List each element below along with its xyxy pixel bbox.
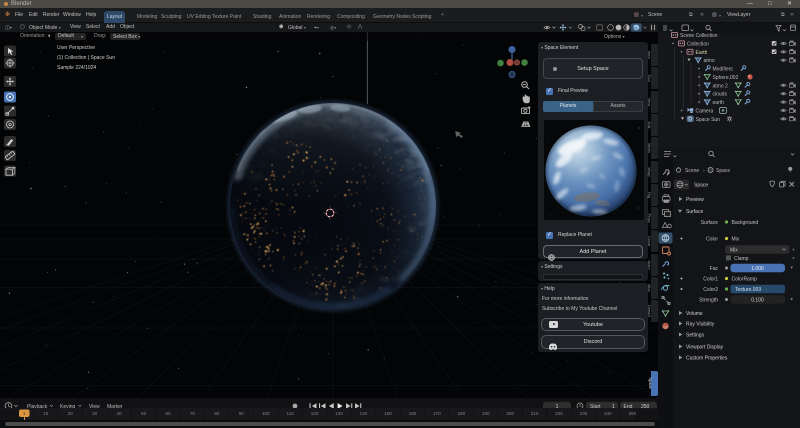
svg-text:130: 130 [335,411,343,416]
svg-text:180: 180 [457,411,465,416]
svg-text:Viewport Display: Viewport Display [686,345,724,351]
svg-text:250: 250 [629,411,637,416]
svg-text:Camera: Camera [696,108,714,114]
svg-text:ColorRamp: ColorRamp [732,277,758,283]
svg-text:170: 170 [433,411,441,416]
svg-text:230: 230 [580,411,588,416]
svg-text:Volume: Volume [686,311,703,317]
svg-text:Scene Collection: Scene Collection [680,33,718,39]
svg-text:210: 210 [531,411,539,416]
svg-text:240: 240 [604,411,612,416]
svg-text:Mix: Mix [732,237,740,243]
svg-text:Clamp: Clamp [734,256,749,262]
svg-text:earth: earth [713,100,725,106]
svg-text:70: 70 [190,411,196,416]
svg-text:Ray Visibility: Ray Visibility [686,322,715,328]
svg-text:20: 20 [68,411,74,416]
svg-text:200: 200 [506,411,514,416]
svg-text:›: › [703,168,705,174]
svg-text:140: 140 [360,411,368,416]
svg-text:160: 160 [409,411,417,416]
svg-text:0.100: 0.100 [751,298,764,304]
svg-text:Modifiers: Modifiers [713,67,734,73]
svg-text:Scene: Scene [685,168,699,174]
svg-text:Color: Color [706,237,718,243]
svg-text:Sphere.002: Sphere.002 [713,75,739,81]
svg-text:40: 40 [117,411,123,416]
svg-text:90: 90 [239,411,245,416]
svg-text:30: 30 [92,411,98,416]
svg-text:atmo: atmo [704,58,715,64]
svg-text:clouds: clouds [713,92,728,98]
svg-text:Background: Background [732,220,759,226]
svg-text:Preview: Preview [686,197,704,203]
svg-text:Strength: Strength [699,298,718,304]
svg-text:Custom Properties: Custom Properties [686,356,728,362]
svg-text:Surface: Surface [686,209,703,215]
svg-text:Settings: Settings [686,333,705,339]
svg-text:Fac: Fac [710,266,719,272]
svg-text:Color2: Color2 [703,287,718,293]
svg-text:Surface: Surface [701,220,718,226]
svg-text:220: 220 [555,411,563,416]
svg-text:110: 110 [287,411,295,416]
svg-text:Texture.003: Texture.003 [735,287,761,293]
svg-text:Collection: Collection [687,41,709,47]
svg-text:Space: Space [716,168,730,174]
svg-text:190: 190 [482,411,490,416]
svg-text:Mix: Mix [730,248,738,254]
svg-text:1.000: 1.000 [751,266,764,272]
svg-text:80: 80 [214,411,220,416]
svg-text:60: 60 [165,411,171,416]
svg-text:Color1: Color1 [703,277,718,283]
svg-text:50: 50 [141,411,147,416]
svg-text:atmo 2: atmo 2 [713,83,729,89]
svg-text:Earth: Earth [696,50,708,56]
svg-text:150: 150 [384,411,392,416]
svg-text:100: 100 [262,411,270,416]
svg-text:Space: Space [694,183,708,189]
svg-text:120: 120 [311,411,319,416]
svg-text:Space Sun: Space Sun [696,117,721,123]
svg-text:10: 10 [43,411,49,416]
